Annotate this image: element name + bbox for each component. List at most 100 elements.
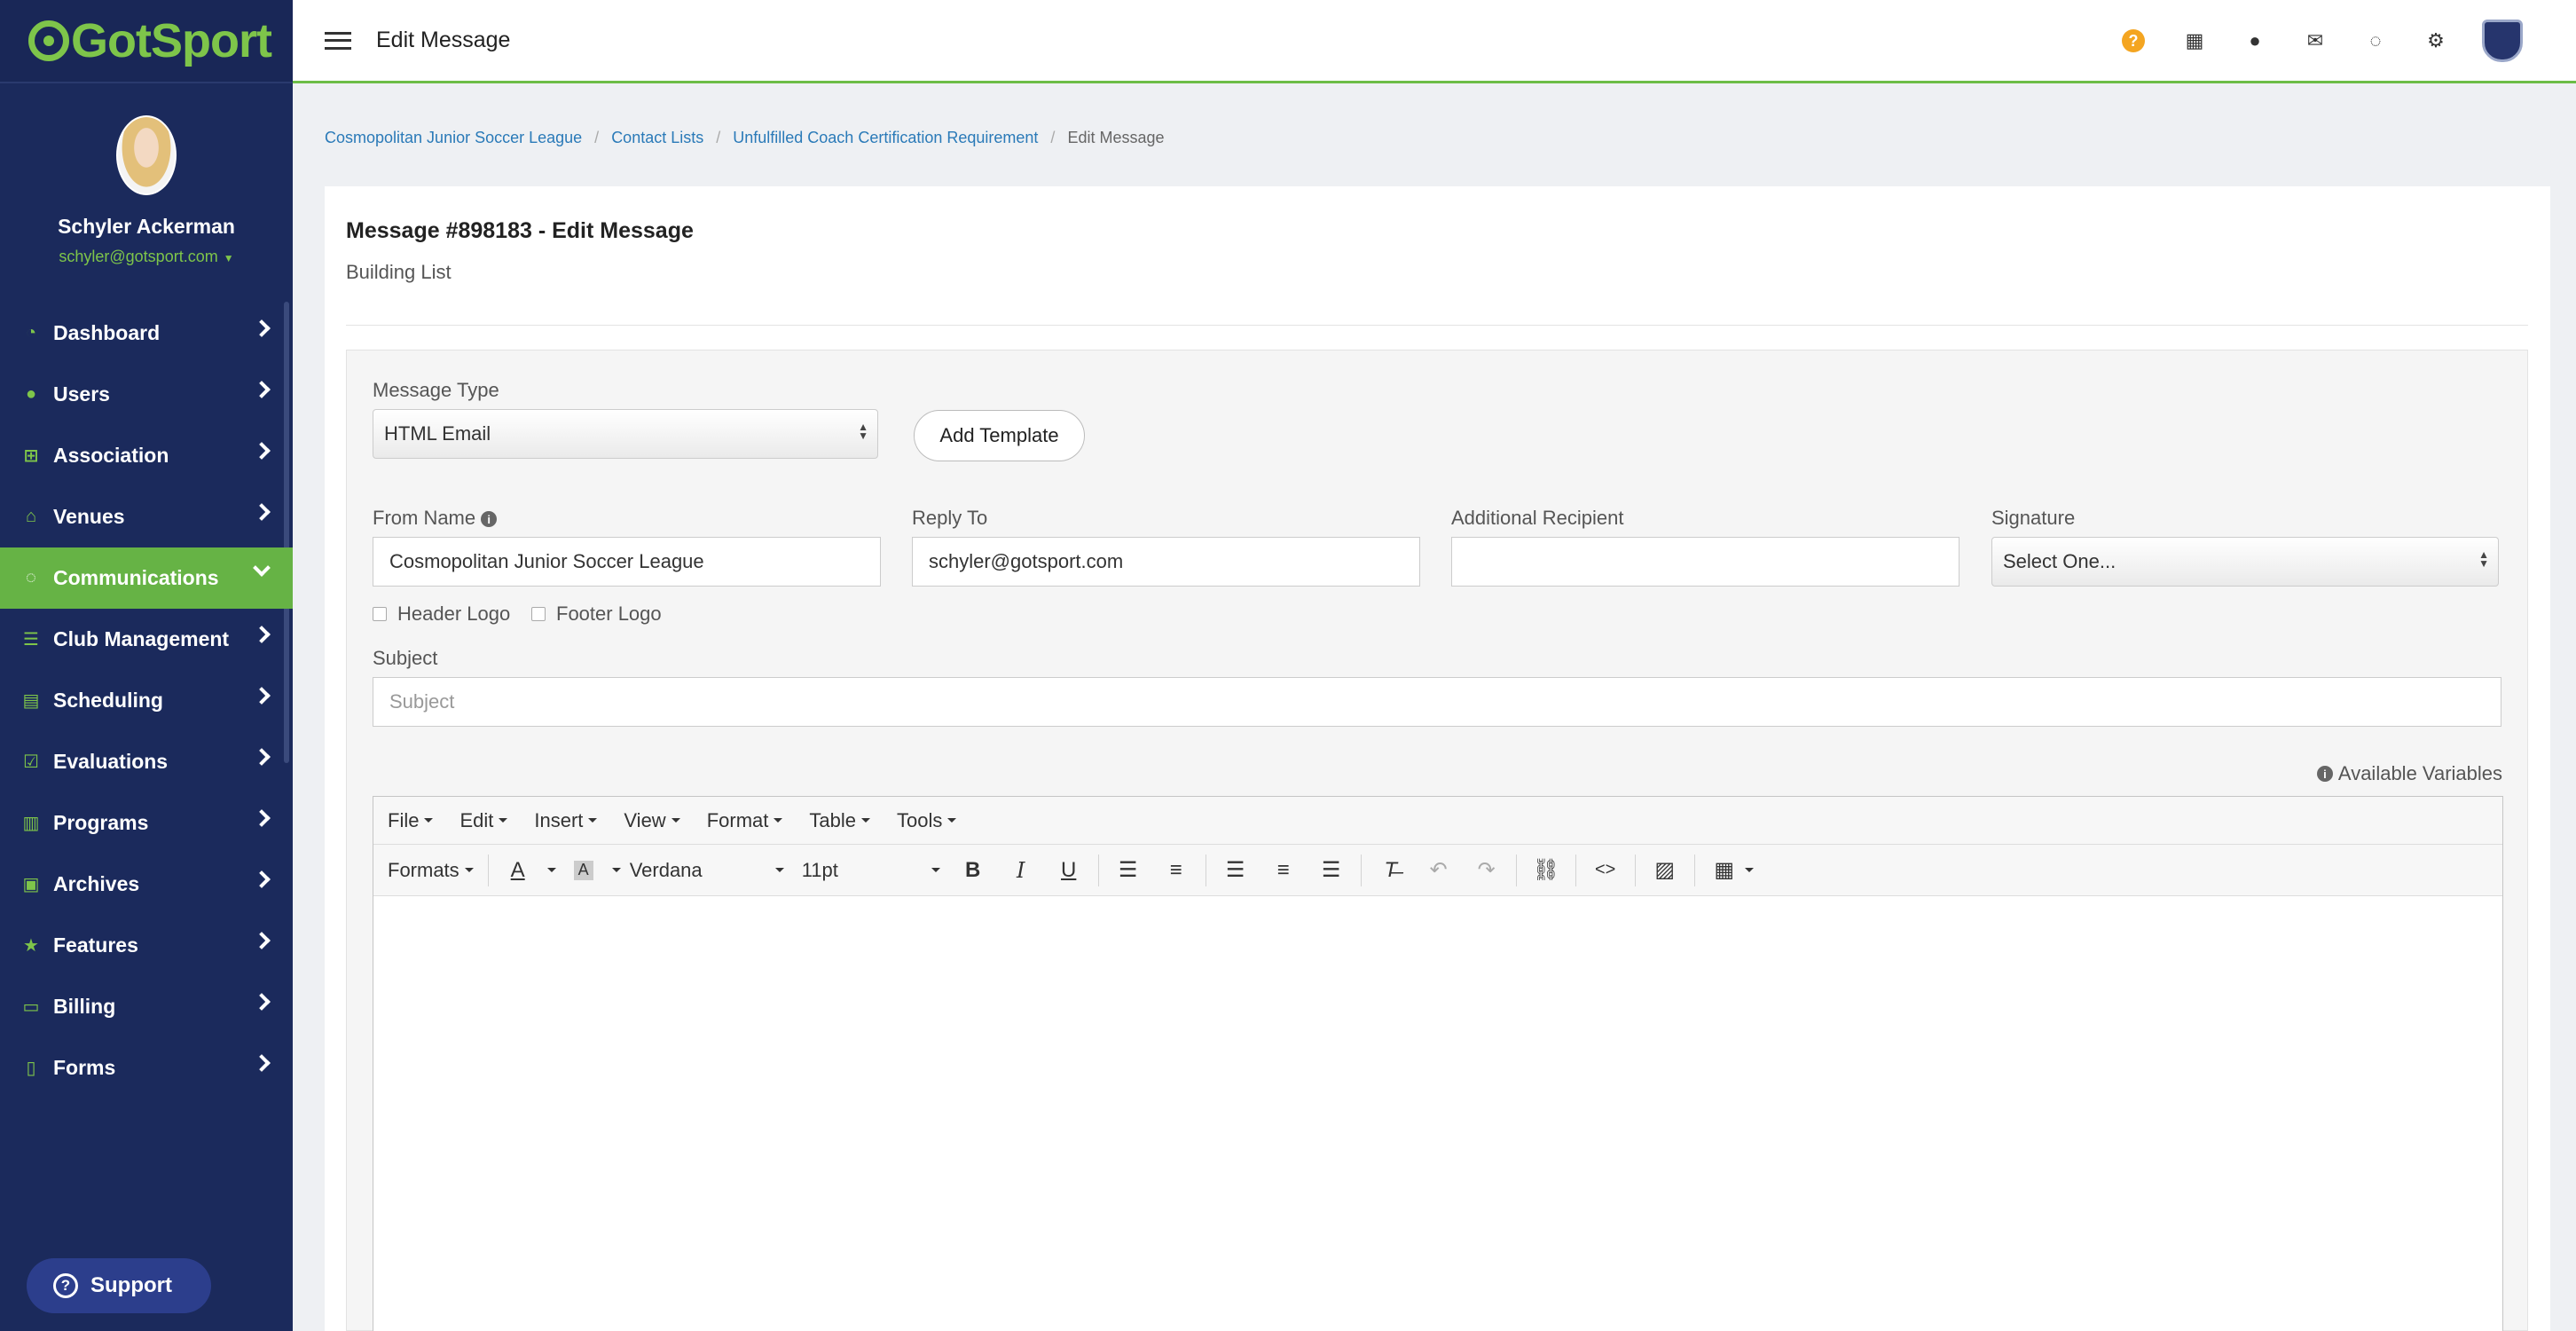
hamburger-menu-icon[interactable] (325, 31, 351, 50)
chevron-right-icon (253, 1054, 271, 1072)
qr-code-icon[interactable]: ▦ (2184, 29, 2205, 51)
chat-icon[interactable]: ◌ (2365, 29, 2386, 51)
envelope-icon[interactable]: ✉ (2305, 29, 2326, 51)
menu-label: View (624, 808, 666, 831)
menu-table[interactable]: Table (809, 809, 870, 832)
sidebar-item-club-management[interactable]: ☰ Club Management (0, 609, 293, 670)
sidebar-item-venues[interactable]: ⌂ Venues (0, 486, 293, 547)
footer-logo-checkbox[interactable]: Footer Logo (531, 602, 662, 626)
caret-down-icon[interactable] (611, 868, 621, 872)
bold-icon[interactable]: B (955, 853, 991, 888)
from-name-input[interactable]: Cosmopolitan Junior Soccer League (373, 537, 881, 587)
align-right-icon[interactable]: ☰ (1314, 853, 1349, 888)
help-icon[interactable]: ? (2122, 29, 2145, 52)
underline-icon[interactable]: U (1051, 853, 1087, 888)
select-arrows-icon: ▲ ▼ (2478, 548, 2489, 570)
home-icon: ⌂ (25, 507, 37, 526)
sidebar-item-billing[interactable]: ▭ Billing (0, 976, 293, 1037)
signature-select[interactable]: Select One... ▲ ▼ (1991, 537, 2499, 587)
sidebar-item-programs[interactable]: ▥ Programs (0, 792, 293, 854)
table-icon[interactable]: ▦ (1707, 853, 1742, 888)
message-type-select[interactable]: HTML Email ▲ ▼ (373, 409, 878, 459)
organization-logo[interactable] (2482, 20, 2523, 62)
breadcrumb-separator: / (716, 129, 721, 146)
chevron-right-icon (253, 381, 271, 398)
menu-edit[interactable]: Edit (459, 809, 508, 832)
formats-dropdown[interactable]: Formats (388, 859, 474, 882)
image-icon[interactable]: ▨ (1647, 853, 1683, 888)
from-name-label: From Name i (373, 507, 498, 530)
checkbox-box[interactable] (531, 607, 546, 621)
sidebar-item-users[interactable]: ● Users (0, 364, 293, 425)
chevron-right-icon (253, 503, 271, 521)
header-logo-checkbox[interactable]: Header Logo (373, 602, 510, 626)
align-center-icon[interactable]: ≡ (1266, 853, 1301, 888)
from-name-label-text: From Name (373, 507, 476, 529)
menu-format[interactable]: Format (707, 809, 783, 832)
editor-content-area[interactable] (373, 896, 2502, 1331)
breadcrumb-link-contact-lists[interactable]: Contact Lists (611, 129, 703, 147)
user-icon[interactable]: ● (2244, 29, 2266, 51)
add-template-button[interactable]: Add Template (914, 410, 1085, 461)
clear-formatting-icon[interactable]: T̶ (1373, 853, 1409, 888)
bullet-list-icon[interactable]: ☰ (1111, 853, 1146, 888)
checkbox-box[interactable] (373, 607, 387, 621)
caret-down-icon[interactable] (546, 868, 556, 872)
reply-to-input[interactable]: schyler@gotsport.com (912, 537, 1420, 587)
gotsport-logo[interactable]: GotSport (28, 13, 272, 68)
undo-icon[interactable]: ↶ (1421, 853, 1457, 888)
caret-down-icon (588, 818, 598, 823)
menu-insert[interactable]: Insert (534, 809, 598, 832)
sidebar-item-label: Venues (53, 505, 125, 528)
sidebar-item-label: Evaluations (53, 750, 169, 773)
credit-card-icon: ▭ (22, 997, 40, 1017)
available-variables-link[interactable]: i Available Variables (2316, 762, 2502, 785)
numbered-list-icon[interactable]: ≡ (1158, 853, 1194, 888)
menu-file[interactable]: File (388, 809, 434, 832)
signature-label: Signature (1991, 507, 2076, 529)
info-icon[interactable]: i (481, 511, 498, 528)
sidebar-item-archives[interactable]: ▣ Archives (0, 854, 293, 915)
align-left-icon[interactable]: ☰ (1218, 853, 1253, 888)
page-title: Edit Message (376, 28, 511, 52)
logo-area: GotSport (0, 0, 293, 83)
menu-view[interactable]: View (624, 808, 680, 832)
link-icon[interactable]: ⛓ (1528, 853, 1564, 888)
sidebar-item-communications[interactable]: ◌ Communications (0, 547, 293, 609)
sidebar-item-label: Association (53, 444, 169, 467)
question-icon: ? (53, 1273, 78, 1298)
avatar[interactable] (116, 115, 177, 195)
chevron-right-icon (253, 687, 271, 705)
additional-recipient-input[interactable] (1451, 537, 1959, 587)
sidebar-item-dashboard[interactable]: ◔ Dashboard (0, 303, 293, 364)
redo-icon[interactable]: ↷ (1469, 853, 1504, 888)
available-variables-label: Available Variables (2337, 762, 2502, 784)
profile-email-dropdown[interactable]: schyler@gotsport.com ▼ (0, 248, 293, 266)
info-icon: i (2316, 766, 2333, 782)
calendar-check-icon: ☑ (23, 752, 39, 772)
support-button[interactable]: ? Support (27, 1258, 211, 1313)
sidebar-item-label: Scheduling (53, 689, 163, 712)
subject-input[interactable]: Subject (373, 677, 2501, 727)
font-family-select[interactable]: Verdana (630, 859, 793, 882)
italic-icon[interactable]: I (1003, 853, 1039, 888)
sidebar-item-forms[interactable]: ▯ Forms (0, 1037, 293, 1099)
logo-mark-icon (28, 20, 69, 61)
profile-name: Schyler Ackerman (58, 215, 235, 238)
menu-tools[interactable]: Tools (897, 809, 957, 832)
card-subtitle: Building List (346, 261, 452, 283)
code-icon[interactable]: <> (1588, 853, 1623, 888)
font-size-select[interactable]: 11pt (802, 859, 949, 882)
caret-down-icon (774, 818, 783, 823)
breadcrumb-link-league[interactable]: Cosmopolitan Junior Soccer League (325, 129, 582, 147)
toolbar-separator (1097, 854, 1099, 886)
caret-down-icon[interactable] (1744, 868, 1754, 872)
sidebar-item-scheduling[interactable]: ▤ Scheduling (0, 670, 293, 731)
text-color-icon[interactable]: A (500, 853, 536, 888)
sidebar-item-evaluations[interactable]: ☑ Evaluations (0, 731, 293, 792)
gear-icon[interactable]: ⚙ (2425, 29, 2446, 51)
background-color-icon[interactable]: A (573, 860, 593, 880)
breadcrumb-link-contact-list[interactable]: Unfulfilled Coach Certification Requirem… (733, 129, 1038, 147)
sidebar-item-association[interactable]: ⊞ Association (0, 425, 293, 486)
sidebar-item-features[interactable]: ★ Features (0, 915, 293, 976)
